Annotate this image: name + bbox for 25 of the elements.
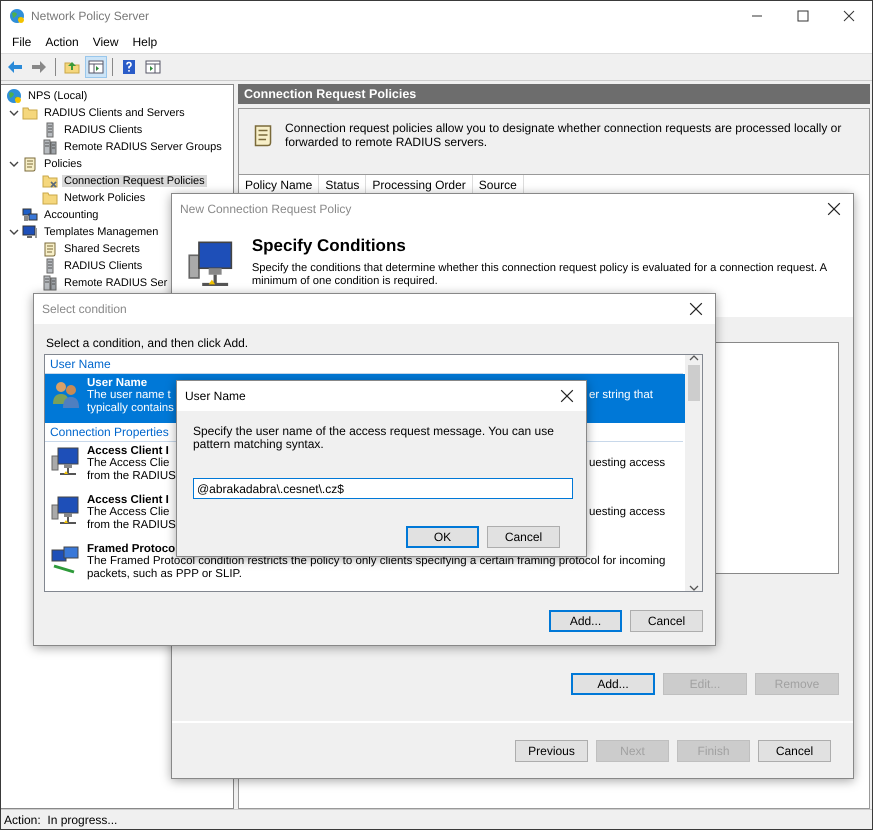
dialog-title: New Connection Request Policy xyxy=(180,202,352,216)
wizard-description: Specify the conditions that determine whether this connection request policy is evaluated for a connection request. A minimum of one condition is required. xyxy=(252,262,828,288)
condition-description: uesting access xyxy=(589,506,666,519)
condition-description: typically contains xyxy=(87,402,174,414)
pane-header: Connection Request Policies xyxy=(238,84,870,104)
condition-description: packets, such as PPP or SLIP. xyxy=(87,568,242,580)
condition-description: The user name t xyxy=(87,389,171,402)
pane-description: Connection request policies allow you to designate whether connection requests are processed locally or forwarded to remote RADIUS servers. xyxy=(285,120,842,151)
condition-description: from the RADIUS xyxy=(87,470,176,482)
condition-title: Framed Protoco xyxy=(87,543,176,555)
condition-description: The Access Clie xyxy=(87,457,170,470)
status-text: Action: In progress... xyxy=(1,809,872,829)
window-title: Network Policy Server xyxy=(31,9,150,23)
condition-description: The Access Clie xyxy=(87,506,170,519)
wizard-heading: Specify Conditions xyxy=(252,236,406,256)
condition-description: The Framed Protocol condition restricts the policy to only clients specifying a certain framing protocol for incoming xyxy=(87,555,666,567)
dialog-title: User Name xyxy=(185,389,246,403)
dialog-prompt: Select a condition, and then click Add. xyxy=(46,336,250,350)
condition-title: User Name xyxy=(87,377,148,389)
condition-description: er string that xyxy=(589,389,653,402)
condition-description: uesting access xyxy=(589,457,666,470)
condition-title: Access Client I xyxy=(87,445,169,457)
condition-title: Access Client I xyxy=(87,494,169,506)
dialog-title: Select condition xyxy=(42,302,127,316)
condition-description: from the RADIUS xyxy=(87,519,176,531)
